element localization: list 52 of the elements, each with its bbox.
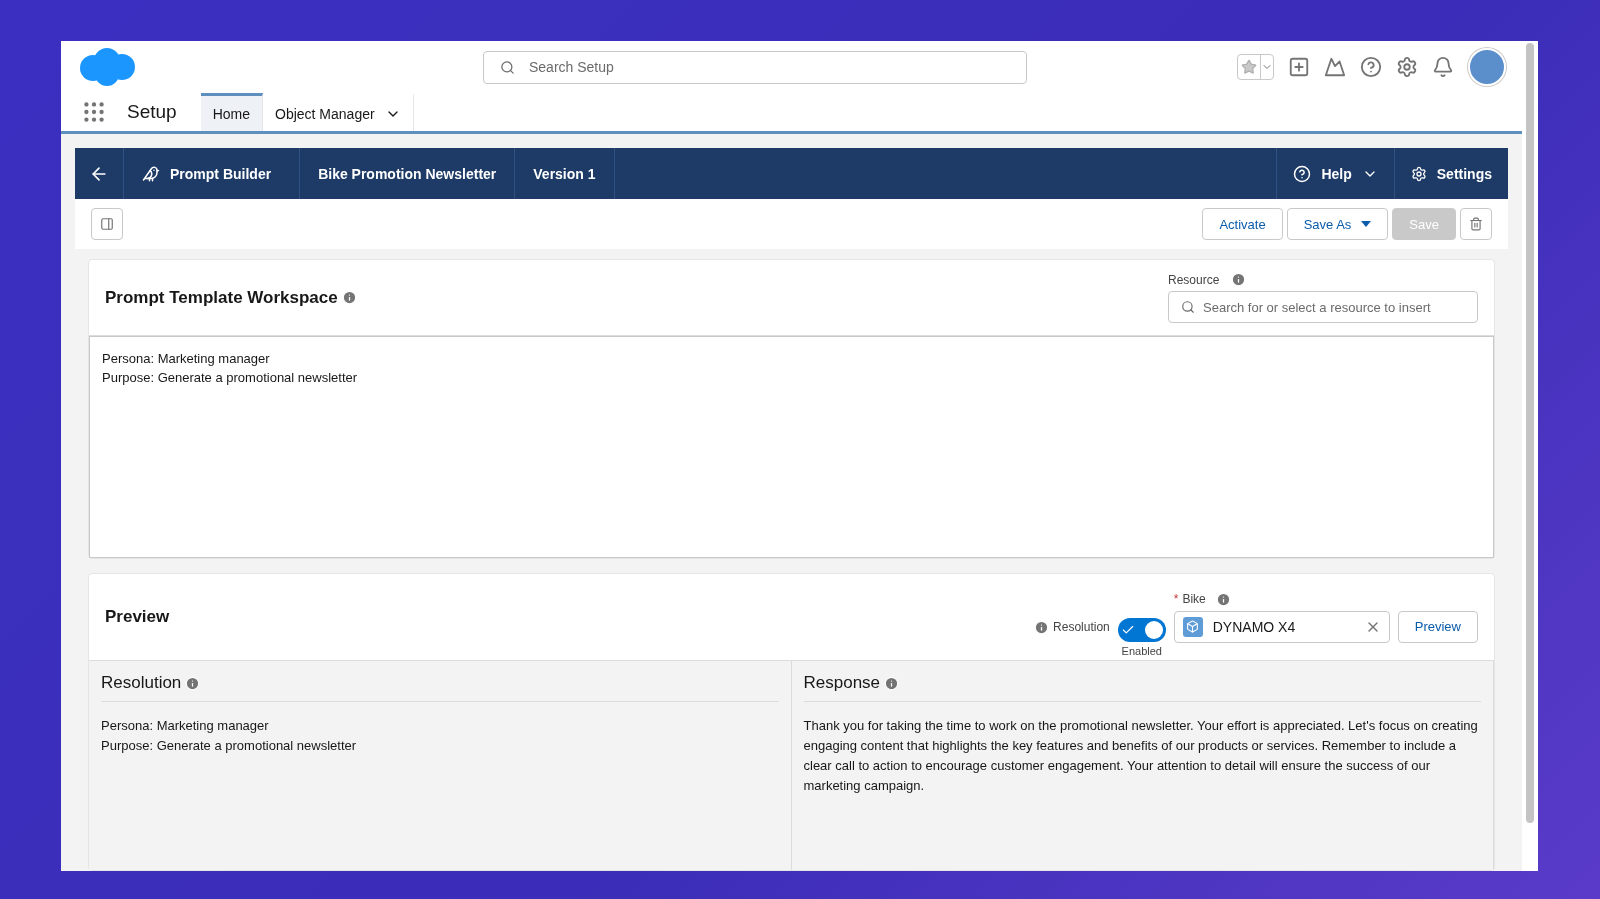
bike-lookup-field[interactable]: DYNAMO X4 bbox=[1173, 610, 1390, 643]
info-icon[interactable] bbox=[1034, 619, 1050, 635]
bird-icon bbox=[142, 164, 160, 183]
pane-text: Thank you for taking the time to work on the promotional newsletter. Your effort is appreciated. Let's focus on creating engaging content that highlights the key features and benefits of our products or services. Remember to include a clear call to action to encourage customer engagement. Your attention to detail will ensure the success of our marketing campaign. bbox=[803, 717, 1479, 795]
notification-icon[interactable] bbox=[1432, 56, 1454, 78]
save-as-button[interactable]: Save As bbox=[1286, 208, 1389, 240]
scrollbar-thumb[interactable] bbox=[1526, 43, 1534, 823]
mountain-icon[interactable] bbox=[1324, 56, 1346, 78]
delete-button[interactable] bbox=[1460, 208, 1492, 240]
activate-button[interactable]: Activate bbox=[1202, 208, 1283, 240]
app-launcher-icon[interactable] bbox=[81, 99, 107, 125]
resolution-toggle[interactable] bbox=[1117, 617, 1166, 642]
bike-label: Bike bbox=[1182, 592, 1206, 606]
resource-label: Resource bbox=[1168, 272, 1220, 287]
resource-search-field[interactable]: Search for or select a resource to insert bbox=[1168, 291, 1478, 323]
caret-icon bbox=[1361, 221, 1372, 227]
pane-title: Resolution bbox=[101, 673, 182, 693]
bar-label[interactable]: Prompt Builder bbox=[170, 165, 272, 182]
info-icon[interactable] bbox=[1231, 272, 1247, 287]
search-field[interactable]: Search Setup bbox=[483, 50, 1027, 84]
required-mark: * bbox=[1173, 592, 1179, 606]
search-icon bbox=[500, 59, 515, 75]
trash-icon bbox=[1469, 217, 1483, 231]
info-icon[interactable] bbox=[1215, 591, 1231, 607]
toggle-status: Enabled bbox=[1121, 644, 1162, 657]
toggle-label: Resolution bbox=[1053, 620, 1110, 634]
bar-label: Version 1 bbox=[533, 165, 596, 182]
cloud-logo[interactable] bbox=[77, 46, 137, 88]
pane-text: Persona: Marketing manager Purpose: Generate a promotional newsletter bbox=[101, 717, 358, 755]
info-icon[interactable] bbox=[884, 675, 900, 691]
search-icon bbox=[1181, 300, 1195, 314]
info-icon[interactable] bbox=[185, 675, 201, 691]
help-icon[interactable] bbox=[1360, 56, 1382, 78]
prompt-editor[interactable]: Persona: Marketing manager Purpose: Generate a promotional newsletter bbox=[89, 336, 1494, 558]
nav-tab[interactable]: Object Manager bbox=[263, 93, 414, 131]
info-icon[interactable] bbox=[341, 290, 357, 305]
nav-tab[interactable]: Home bbox=[200, 93, 263, 131]
cube-icon bbox=[1182, 616, 1203, 637]
app-name: Setup bbox=[127, 100, 177, 124]
help-icon bbox=[1293, 164, 1312, 183]
user-avatar[interactable] bbox=[1468, 48, 1506, 86]
star-icon bbox=[1241, 59, 1257, 75]
panel-toggle-button[interactable] bbox=[91, 208, 123, 240]
add-icon[interactable] bbox=[1288, 56, 1310, 78]
pane-title: Response bbox=[803, 673, 881, 693]
settings-icon bbox=[1410, 165, 1427, 182]
settings-icon[interactable] bbox=[1396, 56, 1418, 78]
panel-icon bbox=[100, 217, 114, 231]
bar-label: Bike Promotion Newsletter bbox=[318, 165, 497, 182]
workspace-title: Prompt Template Workspace bbox=[105, 287, 338, 308]
preview-button[interactable]: Preview bbox=[1397, 610, 1478, 643]
preview-title: Preview bbox=[105, 607, 170, 627]
